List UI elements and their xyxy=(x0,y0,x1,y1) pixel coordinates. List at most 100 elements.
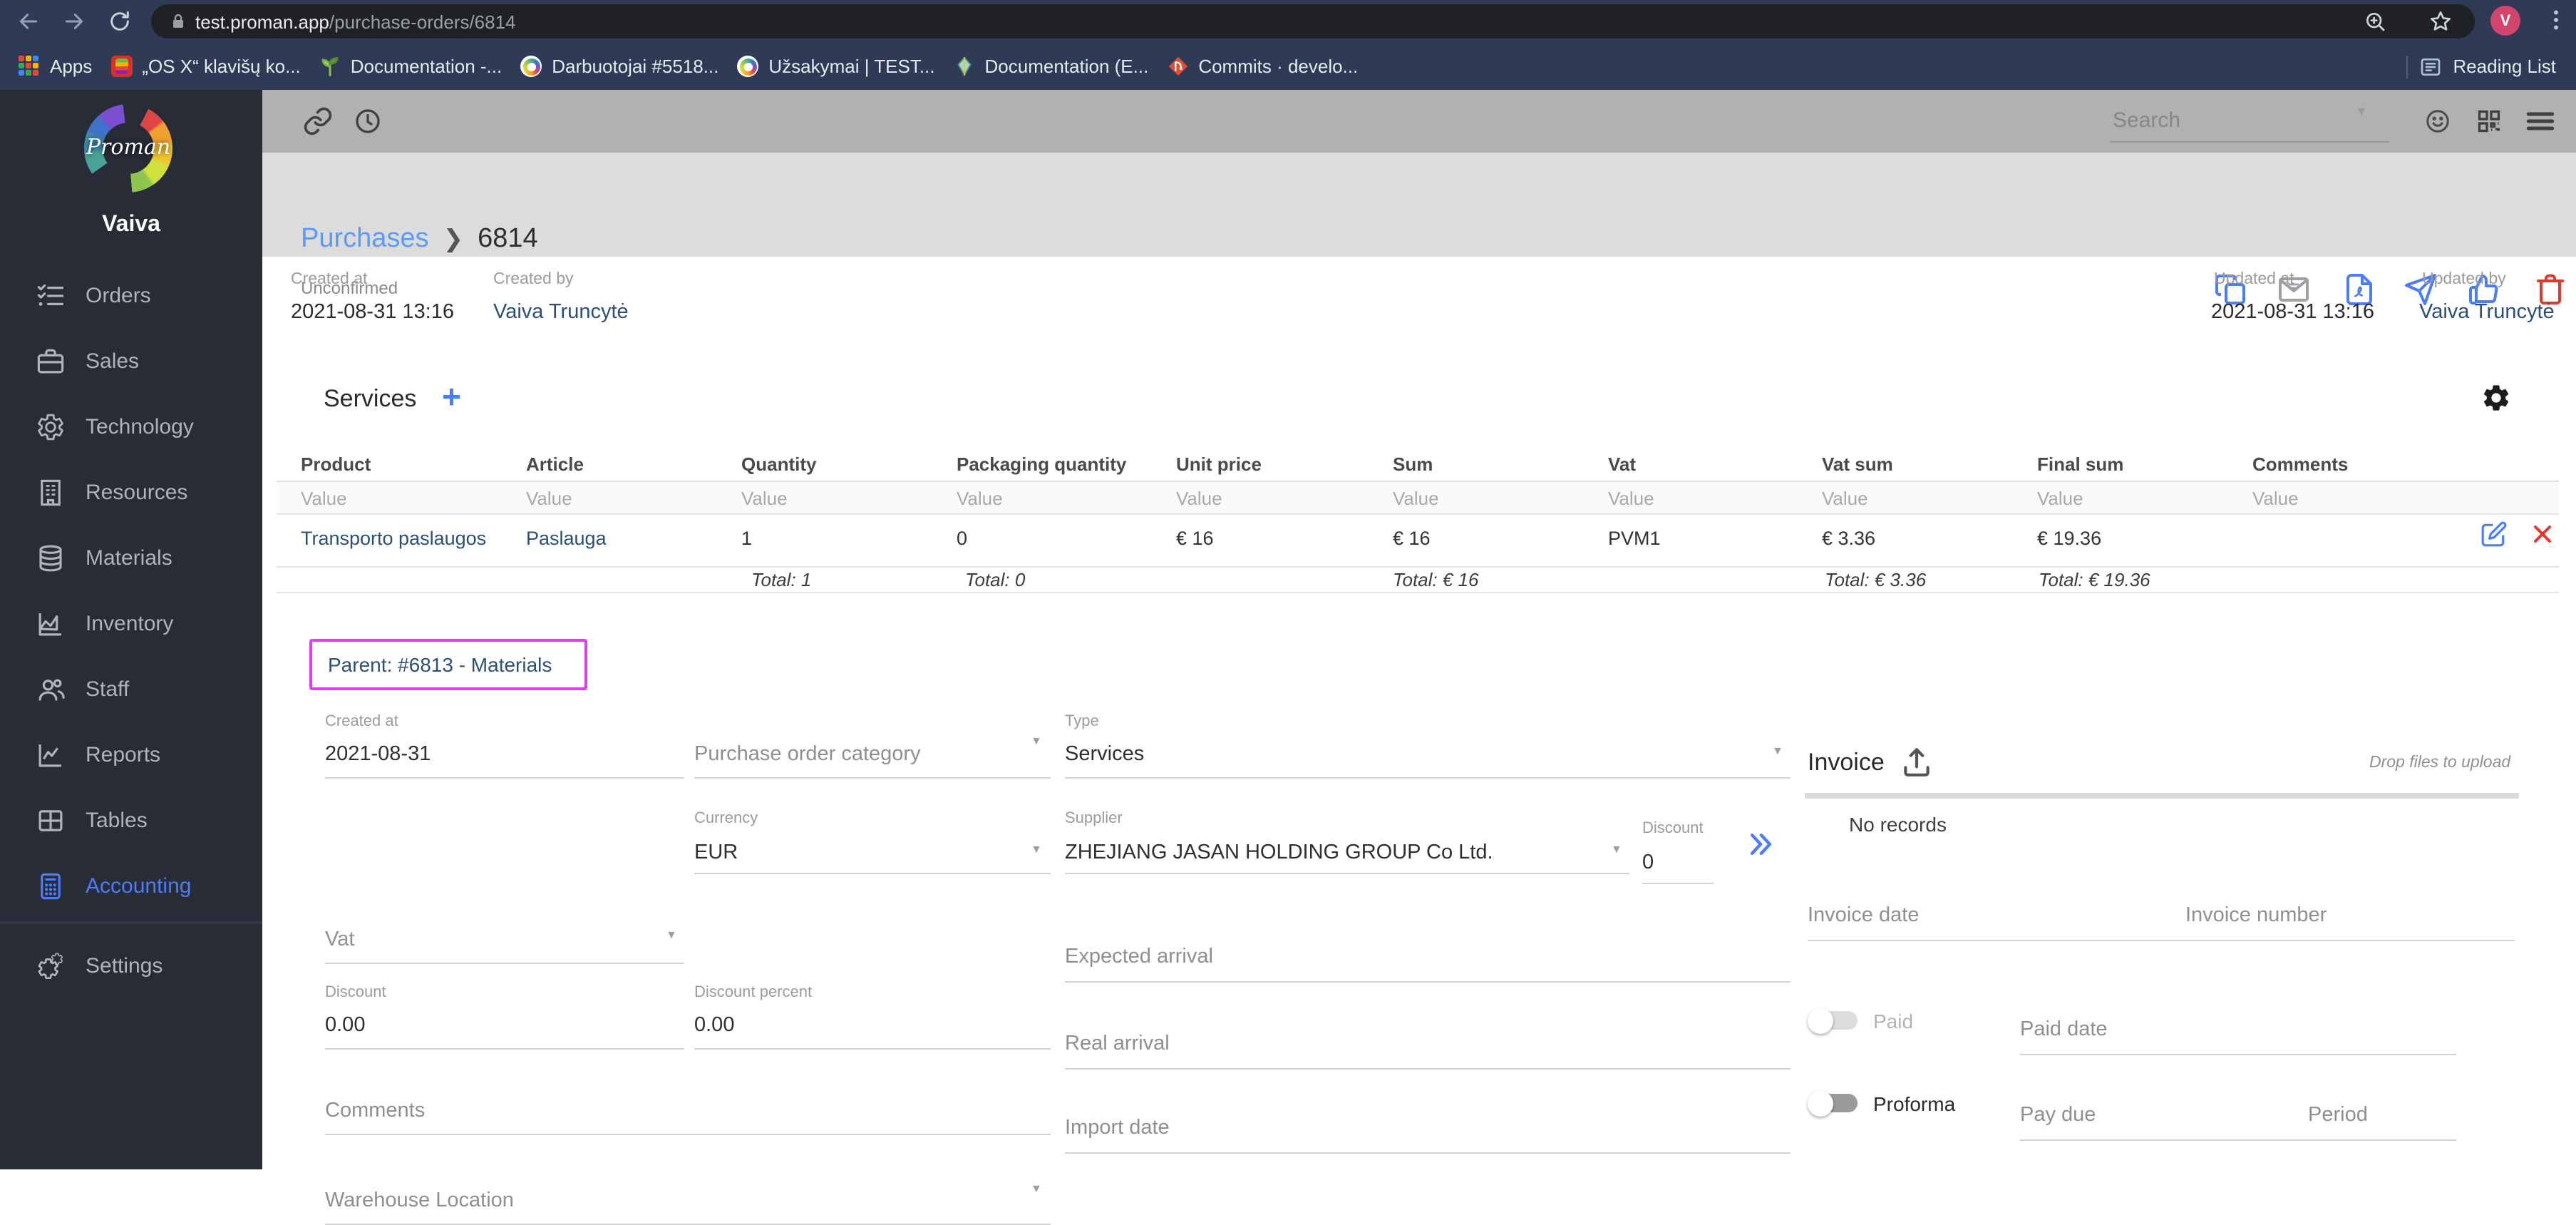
form-created-at-input[interactable]: 2021-08-31 xyxy=(325,743,431,766)
parent-order-button[interactable]: Parent: #6813 - Materials xyxy=(309,639,587,690)
form-real-arrival-input[interactable]: Real arrival xyxy=(1065,1032,1170,1055)
bookmark-documentation-1[interactable]: Documentation -... xyxy=(319,56,502,77)
table-settings-gear-icon[interactable] xyxy=(2480,382,2512,414)
sidebar-item-label: Orders xyxy=(86,283,151,307)
form-expected-arrival-input[interactable]: Expected arrival xyxy=(1065,945,1213,968)
col-header-unit-price[interactable]: Unit price xyxy=(1176,453,1262,475)
proforma-toggle[interactable] xyxy=(1808,1090,1858,1116)
history-clock-icon[interactable] xyxy=(354,107,382,135)
cell-article-link[interactable]: Paslauga xyxy=(526,528,607,549)
filter-input-sum[interactable]: Value xyxy=(1393,488,1439,509)
search-dropdown-icon[interactable]: ▼ xyxy=(2355,104,2368,118)
upload-icon[interactable] xyxy=(1899,743,1934,779)
browser-avatar[interactable]: V xyxy=(2490,6,2520,36)
filter-input-vat[interactable]: Value xyxy=(1608,488,1654,509)
bookmark-osx[interactable]: „OS X“ klavišų ko... xyxy=(110,56,301,77)
col-header-sum[interactable]: Sum xyxy=(1393,453,1433,475)
form-discount-percent-input[interactable]: 0.00 xyxy=(694,1014,734,1037)
po-category-dropdown-icon[interactable]: ▼ xyxy=(1031,734,1042,747)
form-warehouse-location-select[interactable]: Warehouse Location xyxy=(325,1189,514,1212)
form-vat-select[interactable]: Vat xyxy=(325,928,354,951)
period-input[interactable]: Period xyxy=(2308,1104,2368,1127)
hamburger-menu-icon[interactable] xyxy=(2526,110,2555,133)
sidebar-item-label: Materials xyxy=(86,545,172,570)
warehouse-dropdown-icon[interactable]: ▼ xyxy=(1031,1182,1042,1195)
col-header-product[interactable]: Product xyxy=(301,453,371,475)
col-header-article[interactable]: Article xyxy=(526,453,584,475)
smiley-icon[interactable] xyxy=(2425,108,2451,134)
filter-input-quantity[interactable]: Value xyxy=(741,488,788,509)
bookmark-star-icon[interactable] xyxy=(2429,10,2452,33)
paid-date-input[interactable]: Paid date xyxy=(2020,1018,2108,1041)
apps-grid-icon xyxy=(19,56,40,77)
paid-toggle[interactable] xyxy=(1808,1008,1858,1033)
filter-input-packaging[interactable]: Value xyxy=(957,488,1003,509)
add-service-button[interactable]: + xyxy=(442,378,461,416)
supplier-dropdown-icon[interactable]: ▼ xyxy=(1611,843,1622,856)
updated-by-link[interactable]: Vaiva Truncytė xyxy=(2419,301,2555,324)
filter-input-article[interactable]: Value xyxy=(526,488,572,509)
col-header-vat-sum[interactable]: Vat sum xyxy=(1822,453,1893,475)
sidebar-item-inventory[interactable]: Inventory xyxy=(0,590,262,656)
pay-due-input[interactable]: Pay due xyxy=(2020,1104,2096,1127)
col-header-vat[interactable]: Vat xyxy=(1608,453,1636,475)
sidebar-item-materials[interactable]: Materials xyxy=(0,525,262,590)
bookmark-darbuotojai[interactable]: Darbuotojai #5518... xyxy=(520,56,718,77)
total-sum: Total: € 16 xyxy=(1393,569,1479,590)
browser-menu-icon[interactable] xyxy=(2543,7,2569,33)
search-input[interactable]: Search xyxy=(2113,108,2180,133)
bookmark-uzsakymai[interactable]: Užsakymai | TEST... xyxy=(737,56,935,77)
filter-input-comments[interactable]: Value xyxy=(2252,488,2299,509)
sidebar-item-settings[interactable]: Settings xyxy=(0,933,262,998)
invoice-date-input[interactable]: Invoice date xyxy=(1808,904,1919,927)
zoom-in-icon[interactable] xyxy=(2364,10,2386,33)
sidebar-item-resources[interactable]: Resources xyxy=(0,459,262,525)
sidebar-item-accounting[interactable]: Accounting xyxy=(0,853,262,918)
type-dropdown-icon[interactable]: ▼ xyxy=(1772,744,1783,757)
form-type-select[interactable]: Services xyxy=(1065,743,1144,766)
link-icon[interactable] xyxy=(302,106,334,137)
filter-input-product[interactable]: Value xyxy=(301,488,347,509)
filter-input-final-sum[interactable]: Value xyxy=(2037,488,2083,509)
bookmark-apps[interactable]: Apps xyxy=(19,56,92,77)
invoice-number-input[interactable]: Invoice number xyxy=(2185,904,2327,927)
form-import-date-input[interactable]: Import date xyxy=(1065,1117,1170,1139)
created-by-link[interactable]: Vaiva Truncytė xyxy=(493,301,629,324)
browser-forward-icon[interactable] xyxy=(63,10,86,33)
browser-back-icon[interactable] xyxy=(17,10,40,33)
sidebar-item-sales[interactable]: Sales xyxy=(0,328,262,394)
bookmark-documentation-2[interactable]: Documentation (E... xyxy=(954,56,1148,77)
sidebar-item-label: Sales xyxy=(86,349,140,373)
col-header-quantity[interactable]: Quantity xyxy=(741,453,816,475)
currency-dropdown-icon[interactable]: ▼ xyxy=(1031,843,1042,856)
col-header-final-sum[interactable]: Final sum xyxy=(2037,453,2123,475)
plant-green-icon xyxy=(319,56,341,77)
filter-input-vat-sum[interactable]: Value xyxy=(1822,488,1868,509)
filter-input-unit-price[interactable]: Value xyxy=(1176,488,1222,509)
sidebar-item-staff[interactable]: Staff xyxy=(0,656,262,722)
supplier-expand-chevrons-icon[interactable] xyxy=(1745,829,1776,860)
sidebar-item-tables[interactable]: Tables xyxy=(0,787,262,853)
breadcrumb-purchases-link[interactable]: Purchases xyxy=(301,224,429,254)
vat-dropdown-icon[interactable]: ▼ xyxy=(666,928,677,941)
form-currency-select[interactable]: EUR xyxy=(694,841,738,864)
form-po-category-select[interactable]: Purchase order category xyxy=(694,743,921,766)
sidebar-item-orders[interactable]: Orders xyxy=(0,262,262,328)
sidebar-item-reports[interactable]: Reports xyxy=(0,722,262,787)
form-type-label: Type xyxy=(1065,713,1099,730)
reading-list-label[interactable]: Reading List xyxy=(2453,56,2556,77)
delete-row-icon[interactable] xyxy=(2532,523,2553,545)
form-supplier-discount-input[interactable]: 0 xyxy=(1642,851,1654,874)
sidebar-item-technology[interactable]: Technology xyxy=(0,394,262,459)
qr-code-icon[interactable] xyxy=(2476,108,2502,134)
cell-product-link[interactable]: Transporto paslaugos xyxy=(301,528,486,549)
form-supplier-select[interactable]: ZHEJIANG JASAN HOLDING GROUP Co Ltd. xyxy=(1065,841,1493,864)
col-header-packaging-quantity[interactable]: Packaging quantity xyxy=(957,453,1126,475)
url-bar[interactable]: test.proman.app/purchase-orders/6814 xyxy=(151,4,2475,39)
edit-row-icon[interactable] xyxy=(2480,521,2508,548)
form-discount-input[interactable]: 0.00 xyxy=(325,1014,365,1037)
col-header-comments[interactable]: Comments xyxy=(2252,453,2348,475)
form-comments-input[interactable]: Comments xyxy=(325,1100,425,1122)
browser-reload-icon[interactable] xyxy=(108,10,131,33)
bookmark-commits[interactable]: Commits · develo... xyxy=(1167,56,1358,77)
